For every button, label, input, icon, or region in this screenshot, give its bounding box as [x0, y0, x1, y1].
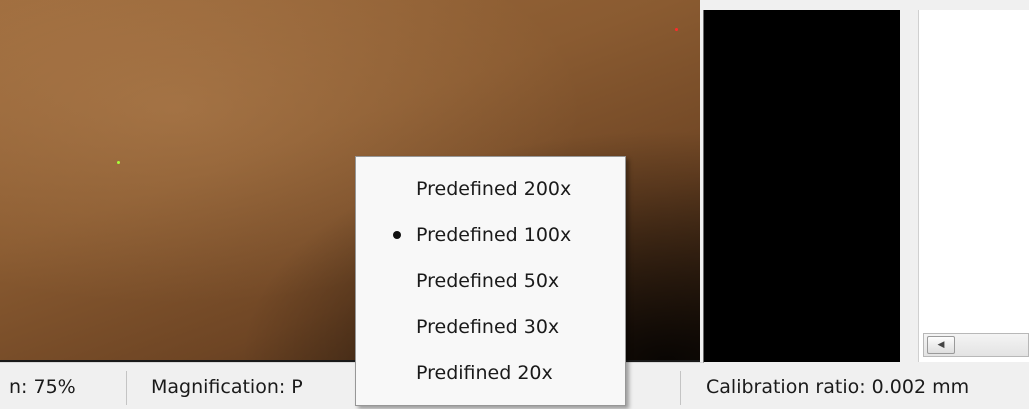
calibration-status: Calibration ratio: 0.002 mm: [706, 376, 970, 398]
menu-item-predefined-100x[interactable]: Predefined 100x: [358, 215, 623, 255]
green-marker: [117, 161, 120, 164]
side-panel: [918, 10, 1029, 362]
status-separator: [680, 371, 681, 405]
preview-panel: [704, 10, 900, 362]
red-marker: [675, 28, 678, 31]
zoom-status: n: 75%: [9, 376, 76, 398]
magnification-context-menu: Predefined 200x Predefined 100x Predefin…: [355, 156, 626, 406]
menu-item-label: Predefined 50x: [416, 270, 560, 292]
menu-item-label: Predefined 100x: [416, 224, 572, 246]
menu-item-predefined-50x[interactable]: Predefined 50x: [358, 261, 623, 301]
selected-bullet-icon: [393, 231, 401, 239]
panel-divider: [900, 10, 918, 362]
menu-item-label: Predefined 200x: [416, 178, 572, 200]
horizontal-scrollbar[interactable]: ◀: [923, 333, 1029, 357]
menu-item-label: Predifined 20x: [416, 362, 553, 384]
status-separator: [126, 371, 127, 405]
app-window: ◀ n: 75% Magnification: P Calibration ra…: [0, 0, 1029, 409]
menu-item-label: Predefined 30x: [416, 316, 560, 338]
magnification-status[interactable]: Magnification: P: [151, 376, 303, 398]
menu-item-predefined-30x[interactable]: Predefined 30x: [358, 307, 623, 347]
menu-item-predefined-20x[interactable]: Predifined 20x: [358, 353, 623, 393]
arrow-left-icon[interactable]: ◀: [927, 336, 955, 354]
menu-item-predefined-200x[interactable]: Predefined 200x: [358, 169, 623, 209]
